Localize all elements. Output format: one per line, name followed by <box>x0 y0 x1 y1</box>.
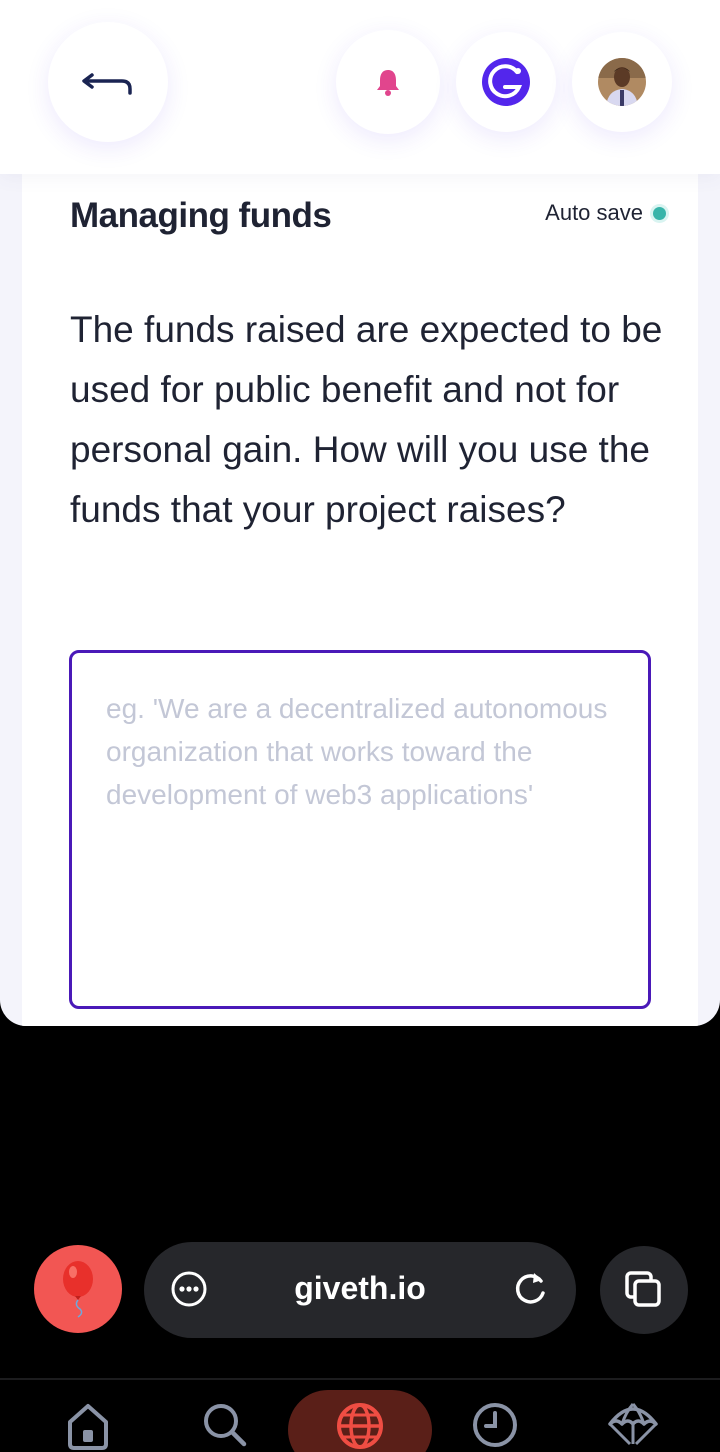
tabs-button[interactable] <box>600 1246 688 1334</box>
autosave-label: Auto save <box>545 200 643 225</box>
user-avatar <box>598 58 646 106</box>
reload-icon[interactable] <box>512 1269 550 1307</box>
clock-icon[interactable] <box>470 1400 520 1450</box>
page-header <box>0 0 720 174</box>
web-page: Managing funds Auto save The funds raise… <box>0 0 720 1026</box>
funds-usage-field[interactable] <box>69 650 651 1009</box>
parachute-icon[interactable] <box>606 1400 660 1452</box>
funds-usage-input[interactable] <box>106 687 614 972</box>
autosave-indicator: Auto save <box>545 200 666 226</box>
autosave-status-dot <box>653 206 666 220</box>
browser-toolbar: giveth.io <box>0 1240 720 1340</box>
balloon-icon <box>63 1261 93 1318</box>
globe-icon[interactable] <box>334 1400 386 1452</box>
back-arrow-icon <box>82 73 132 95</box>
back-button[interactable] <box>48 22 168 142</box>
form-card: Managing funds Auto save The funds raise… <box>22 160 698 1026</box>
giveth-logo-button[interactable] <box>456 32 556 132</box>
balloon-button[interactable] <box>34 1245 122 1333</box>
bottom-navigation <box>0 1378 720 1452</box>
question-text: The funds raised are expected to be used… <box>70 309 663 530</box>
bell-icon <box>377 70 399 96</box>
url-bar[interactable]: giveth.io <box>144 1242 576 1338</box>
profile-button[interactable] <box>572 32 672 132</box>
notifications-button[interactable] <box>336 30 440 134</box>
home-icon[interactable] <box>64 1400 112 1450</box>
phone-screen: Managing funds Auto save The funds raise… <box>0 0 720 1452</box>
search-icon[interactable] <box>200 1400 250 1450</box>
section-title: Managing funds <box>70 196 332 235</box>
tabs-icon <box>625 1271 661 1307</box>
giveth-logo-icon <box>482 58 530 106</box>
